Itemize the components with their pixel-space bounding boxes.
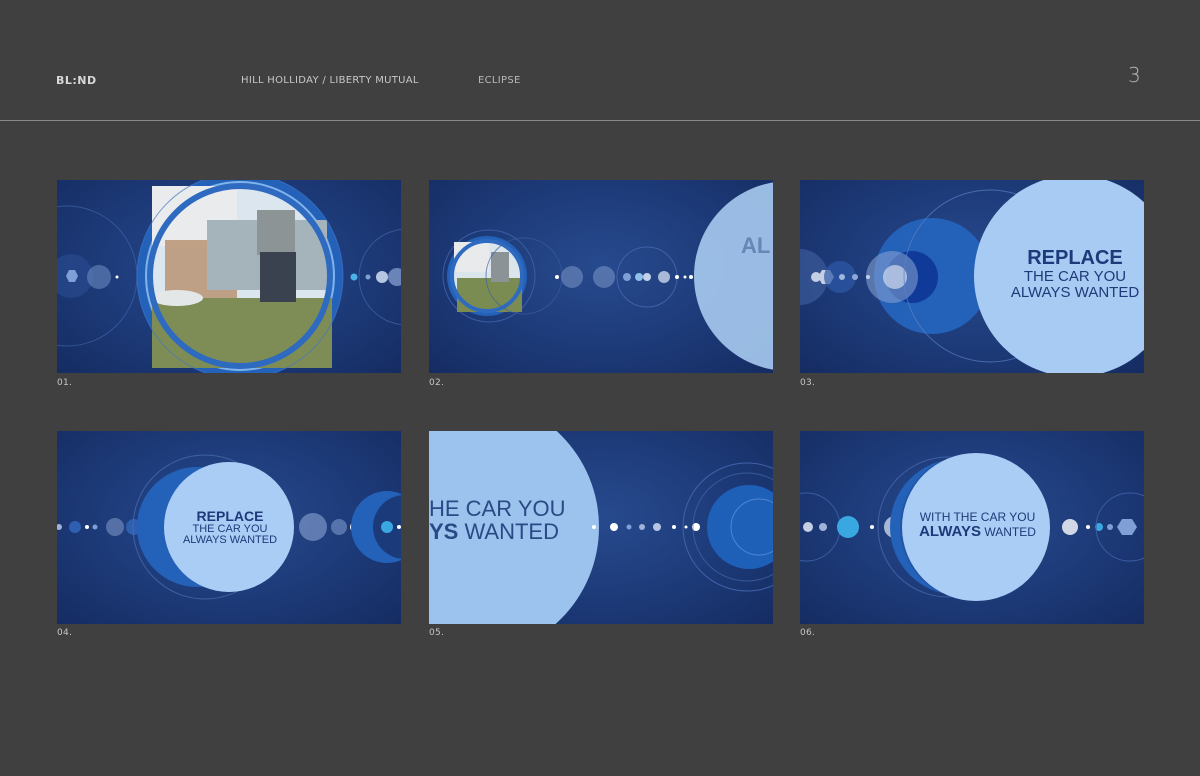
page-number: 3 <box>1128 63 1141 87</box>
frame-03-text: REPLACE THE CAR YOU ALWAYS WANTED <box>1010 247 1140 301</box>
frame-caption: 01. <box>57 378 73 388</box>
header-divider <box>0 120 1200 121</box>
client-label: HILL HOLLIDAY / LIBERTY MUTUAL <box>241 75 419 86</box>
frame-05-text: HE CAR YOU YS WANTED <box>429 496 566 545</box>
storyboard-frame-02: AL <box>429 180 773 373</box>
frame-caption: 03. <box>800 378 816 388</box>
storyboard-frame-05: HE CAR YOU YS WANTED <box>429 431 773 624</box>
frame-caption: 02. <box>429 378 445 388</box>
frame-06-text: WITH THE CAR YOU ALWAYS WANTED <box>919 510 1036 540</box>
frame-caption: 04. <box>57 628 73 638</box>
brand-logo: BL:ND <box>56 74 97 87</box>
frame-02-artwork <box>442 182 773 370</box>
storyboard-frame-04: REPLACE THE CAR YOU ALWAYS WANTED <box>57 431 401 624</box>
header: BL:ND HILL HOLLIDAY / LIBERTY MUTUAL ECL… <box>0 0 1200 120</box>
project-label: ECLIPSE <box>478 75 521 86</box>
storyboard-frame-06: WITH THE CAR YOU ALWAYS WANTED <box>800 431 1144 624</box>
frame-01-artwork <box>57 180 401 373</box>
frame-04-text: REPLACE THE CAR YOU ALWAYS WANTED <box>182 508 278 547</box>
frame-caption: 05. <box>429 628 445 638</box>
storyboard-frame-03: REPLACE THE CAR YOU ALWAYS WANTED <box>800 180 1144 373</box>
frame-caption: 06. <box>800 628 816 638</box>
storyboard-frame-01 <box>57 180 401 373</box>
frame-02-text: AL <box>741 233 771 258</box>
